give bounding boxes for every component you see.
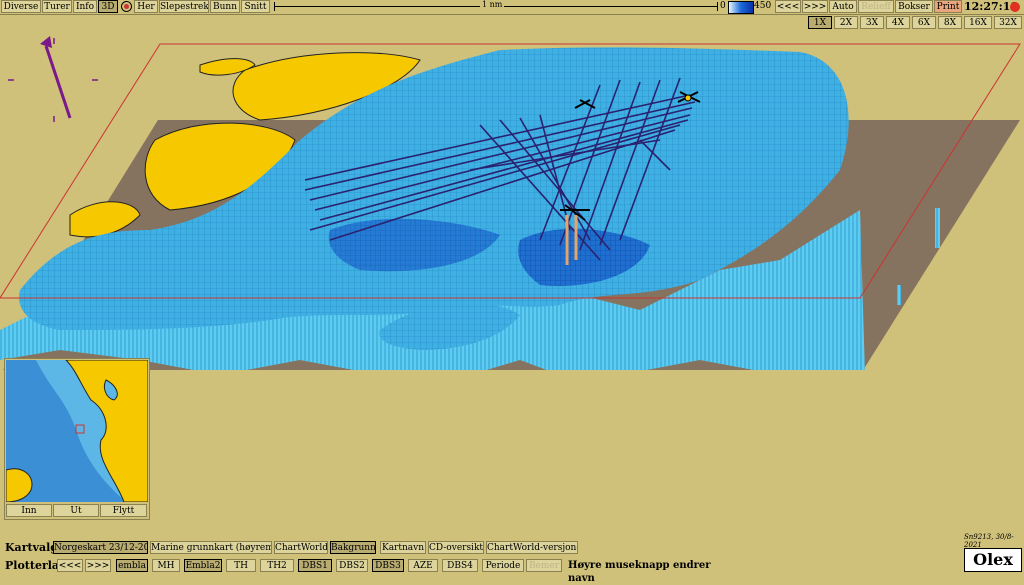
layer-bemer[interactable]: Bemer [526, 559, 562, 572]
top-toolbar: Diverse Turer Info 3D Her Slepestrek Bun… [0, 0, 1024, 15]
north-arrow-icon [8, 36, 98, 122]
kartvalg-row: Kartvalg Norgeskart 23/12-2019 Marine gr… [0, 540, 590, 555]
chart-kartnavn[interactable]: Kartnavn [380, 541, 426, 554]
zoom-2x[interactable]: 2X [834, 16, 858, 29]
layer-mh[interactable]: MH [152, 559, 180, 572]
zoom-8x[interactable]: 8X [938, 16, 962, 29]
nav-back-button[interactable]: <<< [775, 0, 801, 13]
sun-icon [1010, 2, 1020, 12]
seafloor-3d-view[interactable] [0, 30, 1024, 370]
menu-bunn[interactable]: Bunn [210, 0, 240, 13]
scale-label: 1 nm [480, 0, 505, 9]
layer-embla2[interactable]: Embla2 [184, 559, 222, 572]
kartvalg-label: Kartvalg [5, 541, 58, 554]
layer-next-button[interactable]: >>> [85, 559, 111, 572]
version-label: Sn9213, 30/8-2021 [964, 533, 1014, 549]
minimap-zoom-out-button[interactable]: Ut [53, 504, 99, 517]
menu-info[interactable]: Info [73, 0, 97, 13]
layer-periode[interactable]: Periode [482, 559, 524, 572]
zoom-6x[interactable]: 6X [912, 16, 936, 29]
layer-dbs4[interactable]: DBS4 [442, 559, 478, 572]
zoom-4x[interactable]: 4X [886, 16, 910, 29]
zoom-16x[interactable]: 16X [964, 16, 992, 29]
menu-snitt[interactable]: Snitt [241, 0, 270, 13]
bokser-button[interactable]: Bokser [895, 0, 933, 13]
zoom-3x[interactable]: 3X [860, 16, 884, 29]
layer-th[interactable]: TH [226, 559, 256, 572]
minimap-move-button[interactable]: Flytt [100, 504, 147, 517]
relieff-button[interactable]: Relieff [858, 0, 894, 13]
minimap-chart[interactable] [6, 360, 148, 502]
layer-dbs3[interactable]: DBS3 [372, 559, 404, 572]
chart-marine-grunnkart[interactable]: Marine grunnkart (høyremus!) [150, 541, 272, 554]
depth-max: 450 [754, 1, 772, 11]
zoom-32x[interactable]: 32X [994, 16, 1022, 29]
overview-minimap[interactable]: Inn Ut Flytt [4, 358, 150, 520]
layer-embla[interactable]: embla [116, 559, 148, 572]
chart-bakgrunn[interactable]: Bakgrunn [330, 541, 376, 554]
auto-button[interactable]: Auto [829, 0, 857, 13]
olex-logo: Olex [964, 548, 1022, 572]
minimap-zoom-in-button[interactable]: Inn [6, 504, 52, 517]
zoom-1x[interactable]: 1X [808, 16, 832, 29]
menu-turer[interactable]: Turer [42, 0, 72, 13]
chart-norgeskart[interactable]: Norgeskart 23/12-2019 [53, 541, 148, 554]
layer-th2[interactable]: TH2 [260, 559, 294, 572]
menu-diverse[interactable]: Diverse [1, 0, 41, 13]
depth-gradient [728, 1, 754, 14]
layer-prev-button[interactable]: <<< [57, 559, 83, 572]
toggle-3d[interactable]: 3D [98, 0, 118, 13]
menu-her[interactable]: Her [134, 0, 158, 13]
chart-cd-oversikt[interactable]: CD-oversikt [428, 541, 484, 554]
layer-dbs1[interactable]: DBS1 [298, 559, 332, 572]
layer-aze[interactable]: AZE [408, 559, 438, 572]
depth-min: 0 [720, 1, 726, 11]
plotterlag-row: Plotterlag <<< >>> embla MH Embla2 TH TH… [0, 558, 740, 584]
layer-dbs2[interactable]: DBS2 [336, 559, 368, 572]
chart-chartworld[interactable]: ChartWorld [274, 541, 328, 554]
chart-chartworld-versjoner[interactable]: ChartWorld-versjoner [486, 541, 578, 554]
print-button[interactable]: Print [934, 0, 962, 13]
layer-rename-hint: Høyre museknapp endrer navn [568, 560, 711, 584]
menu-slepestrek[interactable]: Slepestrek [159, 0, 209, 13]
nav-forward-button[interactable]: >>> [802, 0, 828, 13]
compass-icon[interactable] [121, 1, 132, 12]
